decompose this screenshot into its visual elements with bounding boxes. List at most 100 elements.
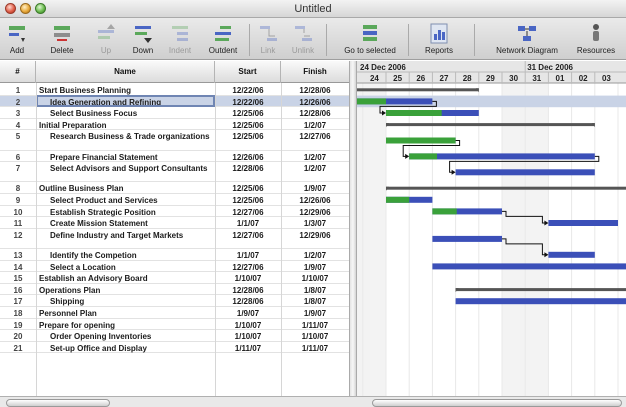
task-name: Establish Strategic Position: [50, 207, 156, 217]
task-finish-date: 12/29/06: [299, 207, 331, 217]
table-row[interactable]: 6 Prepare Financial Statement 12/26/06 1/2/…: [0, 151, 349, 163]
task-name: Outline Business Plan: [39, 184, 124, 194]
pane-splitter[interactable]: [349, 61, 357, 396]
table-row[interactable]: 17 Shipping 12/28/06 1/8/07: [0, 295, 349, 307]
table-horizontal-scrollbar[interactable]: [6, 399, 110, 407]
table-row[interactable]: 10 Establish Strategic Position 12/27/06 12…: [0, 206, 349, 218]
task-finish-date: 1/9/07: [303, 184, 327, 194]
task-name: Select Product and Services: [50, 196, 158, 205]
row-number: 19: [13, 320, 23, 330]
task-finish-date: 1/8/07: [303, 297, 327, 307]
delete-task-icon: [51, 22, 73, 44]
task-bar: [455, 169, 595, 176]
outdent-icon: [212, 22, 234, 44]
day-label: 28: [463, 74, 472, 83]
row-number: 8: [15, 184, 21, 194]
outdent-button[interactable]: Outdent: [203, 22, 243, 58]
task-name: Personnel Plan: [39, 309, 97, 318]
table-row[interactable]: 8 Outline Business Plan 12/25/06 1/9/07: [0, 182, 349, 194]
table-row[interactable]: 20 Order Opening Inventories 1/10/07 1/10/0…: [0, 330, 349, 342]
row-number: 16: [13, 285, 23, 295]
table-row[interactable]: 7 Select Advisors and Support Consultants…: [0, 162, 349, 183]
row-number: 4: [15, 120, 21, 130]
go-to-selected-icon: [359, 22, 381, 44]
reports-button[interactable]: Reports: [420, 22, 458, 58]
week-label: 31 Dec 2006: [527, 63, 573, 72]
weekend-band: [362, 83, 386, 396]
table-row[interactable]: 3 Select Business Focus 12/25/06 12/28/06: [0, 107, 349, 119]
task-progress: [432, 208, 457, 215]
task-start-date: 1/1/07: [236, 219, 260, 229]
table-row[interactable]: 15 Establish an Advisory Board 1/10/07 1/10…: [0, 272, 349, 284]
table-row[interactable]: 9 Select Product and Services 12/25/06 12/2…: [0, 194, 349, 206]
row-number: 6: [15, 152, 21, 162]
task-start-date: 12/25/06: [232, 184, 264, 194]
toolbar-separator: [249, 24, 250, 56]
table-row[interactable]: 13 Identify the Competion 1/1/07 1/2/07: [0, 249, 349, 261]
indent-button[interactable]: Indent: [163, 22, 197, 58]
toolbar-separator: [326, 24, 327, 56]
task-finish-date: 1/10/07: [301, 274, 329, 284]
table-row[interactable]: 11 Create Mission Statement 1/1/07 1/3/07: [0, 217, 349, 229]
task-name: Initial Preparation: [39, 120, 107, 130]
column-header-start[interactable]: Start: [215, 61, 281, 83]
table-row[interactable]: 21 Set-up Office and Display 1/11/07 1/11/0…: [0, 342, 349, 354]
summary-bar: [386, 123, 595, 127]
task-progress: [357, 98, 386, 105]
task-finish-date: 12/28/06: [299, 109, 331, 119]
table-row[interactable]: 2 Idea Generation and Refining 12/22/06 12/…: [0, 94, 349, 108]
day-label: 24: [370, 74, 379, 83]
task-start-date: 12/25/06: [232, 120, 264, 130]
row-number: 1: [15, 86, 21, 95]
table-row[interactable]: 19 Prepare for opening 1/10/07 1/11/07: [0, 319, 349, 331]
column-header-number[interactable]: #: [0, 61, 36, 83]
move-up-icon: [95, 22, 117, 44]
table-row[interactable]: 16 Operations Plan 12/28/06 1/8/07: [0, 284, 349, 296]
column-header-finish[interactable]: Finish: [281, 61, 349, 83]
weekend-band: [525, 83, 549, 396]
table-row[interactable]: 14 Select a Location 12/27/06 1/9/07: [0, 261, 349, 273]
row-number: 12: [13, 230, 23, 240]
column-header-name[interactable]: Name: [36, 61, 215, 83]
task-progress: [386, 137, 456, 144]
day-label: 25: [393, 74, 402, 83]
row-number: 21: [13, 343, 23, 353]
unlink-button[interactable]: Unlink: [288, 22, 318, 58]
table-row[interactable]: 4 Initial Preparation 12/25/06 1/2/07: [0, 119, 349, 131]
task-start-date: 12/25/06: [232, 132, 264, 142]
task-progress: [409, 153, 438, 160]
table-header: # Name Start Finish: [0, 61, 349, 83]
day-label: 03: [602, 74, 611, 83]
table-row[interactable]: 5 Research Business & Trade organizations…: [0, 130, 349, 151]
delete-button[interactable]: Delete: [44, 22, 80, 58]
toolbar-separator: [474, 24, 475, 56]
link-icon: [257, 22, 279, 44]
summary-bar: [357, 88, 479, 92]
table-row[interactable]: 18 Personnel Plan 1/9/07 1/9/07: [0, 307, 349, 319]
go-to-selected-button[interactable]: Go to selected: [338, 22, 402, 58]
task-progress: [386, 196, 410, 203]
day-label: 02: [579, 74, 588, 83]
network-diagram-button[interactable]: Network Diagram: [488, 22, 566, 58]
task-bar: [455, 298, 626, 305]
table-row[interactable]: 12 Define Industry and Target Markets 12/2…: [0, 229, 349, 249]
weekend-band: [502, 83, 526, 396]
task-start-date: 12/27/06: [232, 262, 264, 272]
gantt-canvas: 24 Dec 2006 31 Dec 2006 24 25 26 27 28 29 30 31 01…: [357, 61, 626, 396]
gantt-horizontal-scrollbar[interactable]: [372, 399, 622, 407]
task-start-date: 1/9/07: [236, 309, 260, 318]
task-name: Research Business & Trade organizations: [50, 132, 210, 142]
down-button[interactable]: Down: [126, 22, 160, 58]
day-label: 29: [486, 74, 495, 83]
row-number: 11: [13, 219, 23, 229]
add-button[interactable]: Add: [2, 22, 32, 58]
resources-button[interactable]: Resources: [570, 22, 622, 58]
day-label: 01: [556, 74, 565, 83]
row-number: 20: [13, 332, 23, 342]
task-progress: [386, 110, 442, 116]
up-button[interactable]: Up: [92, 22, 120, 58]
link-button[interactable]: Link: [256, 22, 280, 58]
dependency-arrowhead: [451, 169, 456, 175]
cell-focus-ring: [36, 94, 215, 108]
add-task-icon: [6, 22, 28, 44]
